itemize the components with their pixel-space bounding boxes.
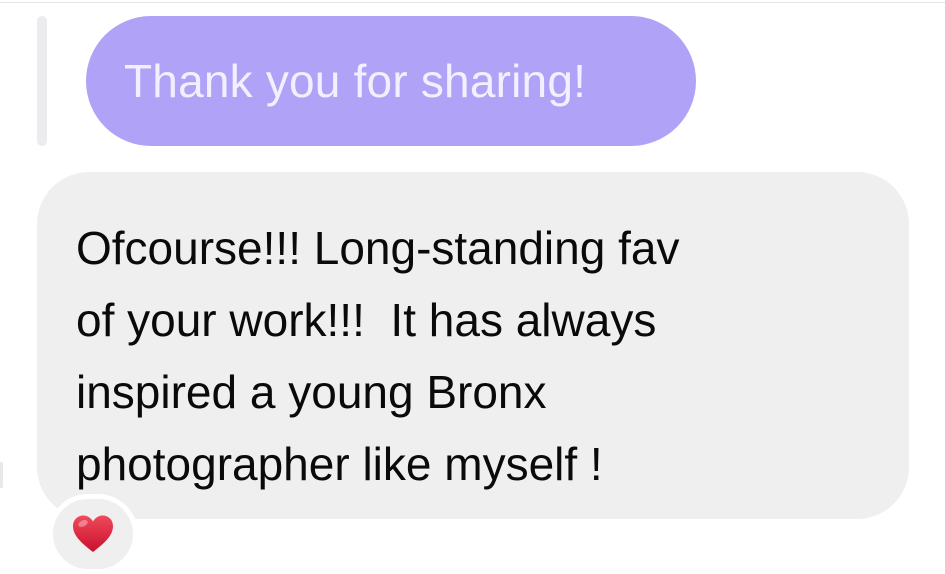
reaction-badge[interactable] <box>48 494 138 574</box>
received-message-line: of your work!!! It has always <box>76 294 657 346</box>
sent-message-bubble[interactable]: Thank you for sharing! <box>86 16 696 146</box>
sent-message-text: Thank you for sharing! <box>124 55 587 107</box>
received-message-line: Ofcourse!!! Long-standing fav <box>76 222 680 274</box>
reply-quote-bar <box>37 16 47 146</box>
received-message-bubble[interactable]: Ofcourse!!! Long-standing fav of your wo… <box>37 172 909 519</box>
received-message-line: inspired a young Bronx <box>76 366 547 418</box>
edge-indicator <box>0 462 3 488</box>
heart-icon <box>73 515 113 552</box>
received-message-line: photographer like myself ! <box>76 438 603 490</box>
top-divider <box>0 2 945 3</box>
